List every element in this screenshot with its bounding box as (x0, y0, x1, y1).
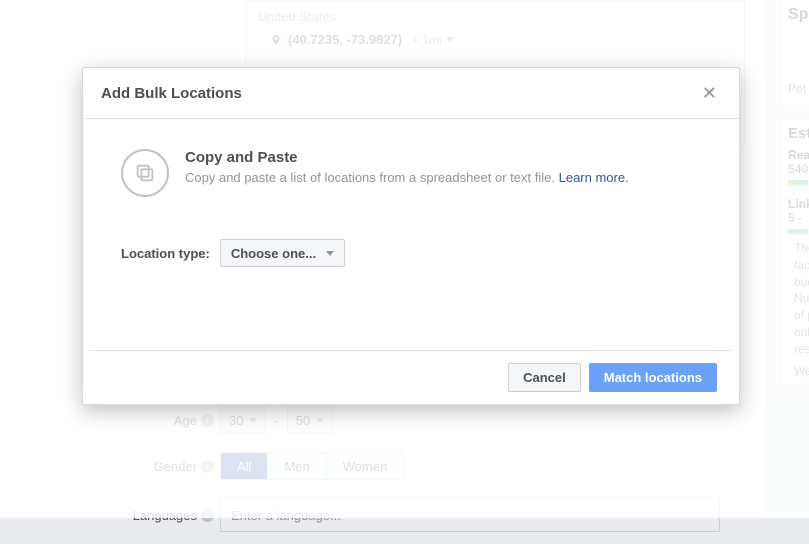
modal-title: Add Bulk Locations (101, 85, 242, 102)
copy-paste-heading: Copy and Paste (185, 149, 629, 166)
location-type-dropdown[interactable]: Choose one... (220, 239, 345, 267)
learn-more-link[interactable]: Learn more. (559, 170, 629, 185)
location-type-row: Location type: Choose one... (121, 239, 701, 267)
copy-paste-section: Copy and Paste Copy and paste a list of … (121, 149, 701, 197)
modal-footer: Cancel Match locations (89, 350, 733, 404)
cancel-button[interactable]: Cancel (508, 363, 581, 392)
modal-header: Add Bulk Locations ✕ (83, 68, 739, 119)
chevron-down-icon (326, 251, 334, 256)
bulk-locations-modal: Add Bulk Locations ✕ Copy and Paste Copy… (82, 67, 740, 405)
copy-paste-sub-text: Copy and paste a list of locations from … (185, 170, 555, 185)
copy-paste-sub: Copy and paste a list of locations from … (185, 170, 629, 185)
location-type-label: Location type: (121, 246, 210, 261)
copy-icon (121, 149, 169, 197)
close-icon[interactable]: ✕ (698, 82, 721, 104)
modal-body: Copy and Paste Copy and paste a list of … (83, 119, 739, 350)
match-locations-button[interactable]: Match locations (589, 363, 717, 392)
copy-paste-text: Copy and Paste Copy and paste a list of … (185, 149, 629, 185)
location-type-placeholder: Choose one... (231, 246, 316, 261)
